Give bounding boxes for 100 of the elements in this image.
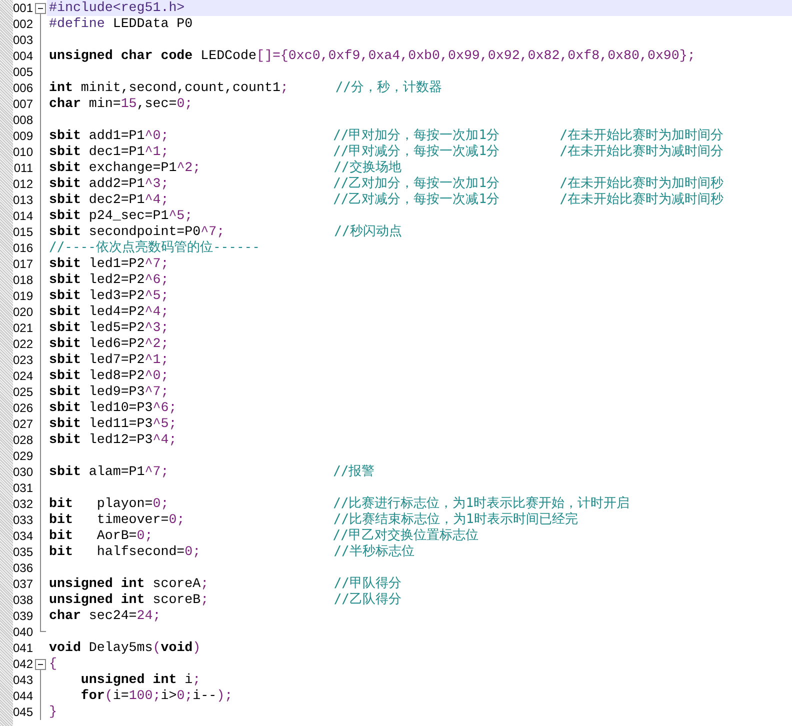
code-line: sbit add1=P1^0; — [49, 128, 169, 144]
code-comment: //交换场地 — [334, 160, 402, 176]
code-line: sbit led8=P2^0; — [49, 368, 169, 384]
line-number: 019 — [13, 288, 34, 304]
line-number: 014 — [13, 208, 34, 224]
line-number: 006 — [13, 80, 34, 96]
line-number: 029 — [13, 448, 34, 464]
code-line: unsigned char code LEDCode[]={0xc0,0xf9,0xa4,0xb0,0x99,0x92,0x82,0xf8,0x80,0x90}; — [49, 48, 696, 64]
code-comment: //乙对加分，每按一次加1分 — [333, 176, 500, 192]
fold-toggle[interactable] — [35, 3, 46, 14]
code-line: sbit exchange=P1^2; — [49, 160, 201, 176]
code-comment: //甲队得分 — [334, 576, 402, 592]
code-comment: //甲对加分，每按一次加1分 — [333, 128, 500, 144]
line-number: 042 — [13, 656, 34, 672]
line-number: 031 — [13, 480, 34, 496]
line-number: 041 — [13, 640, 34, 656]
code-line: int minit,second,count,count1; — [49, 80, 288, 96]
code-line: sbit dec1=P1^1; — [49, 144, 169, 160]
line-number: 030 — [13, 464, 34, 480]
line-number: 007 — [13, 96, 34, 112]
code-line: unsigned int scoreB; — [49, 592, 209, 608]
code-line: sbit led7=P2^1; — [49, 352, 169, 368]
code-line: sbit p24_sec=P1^5; — [49, 208, 193, 224]
line-number: 001 — [13, 0, 34, 16]
code-line: sbit led10=P3^6; — [49, 400, 177, 416]
line-number: 013 — [13, 192, 34, 208]
line-number: 032 — [13, 496, 34, 512]
line-number: 010 — [13, 144, 34, 160]
code-comment: /在未开始比赛时为减时间分 — [560, 144, 724, 160]
fold-toggle[interactable] — [35, 659, 46, 670]
line-number: 005 — [13, 64, 34, 80]
code-comment: /在未开始比赛时为减时间秒 — [560, 192, 724, 208]
line-number: 009 — [13, 128, 34, 144]
code-line: sbit led3=P2^5; — [49, 288, 169, 304]
line-number: 025 — [13, 384, 34, 400]
code-line: char sec24=24; — [49, 608, 161, 624]
line-number: 026 — [13, 400, 34, 416]
line-number: 022 — [13, 336, 34, 352]
line-number: 011 — [13, 160, 34, 176]
line-number: 003 — [13, 32, 34, 48]
line-number: 043 — [13, 672, 34, 688]
line-number: 016 — [13, 240, 34, 256]
code-line: { — [49, 656, 57, 672]
line-number: 024 — [13, 368, 34, 384]
code-line: sbit led9=P3^7; — [49, 384, 169, 400]
line-number: 015 — [13, 224, 34, 240]
line-number: 008 — [13, 112, 34, 128]
line-number: 039 — [13, 608, 34, 624]
line-number: 023 — [13, 352, 34, 368]
code-comment: /在未开始比赛时为加时间秒 — [560, 176, 724, 192]
line-number: 044 — [13, 688, 34, 704]
line-number: 038 — [13, 592, 34, 608]
code-comment: //分，秒，计数器 — [335, 80, 442, 96]
code-comment: //报警 — [333, 464, 375, 480]
line-number: 027 — [13, 416, 34, 432]
code-comment: //秒闪动点 — [334, 224, 402, 240]
code-line: sbit add2=P1^3; — [49, 176, 169, 192]
code-comment: //甲对减分，每按一次减1分 — [333, 144, 500, 160]
code-comment: //----依次点亮数码管的位------ — [49, 240, 260, 256]
code-line: } — [49, 704, 57, 720]
code-line: sbit secondpoint=P0^7; — [49, 224, 225, 240]
line-number: 037 — [13, 576, 34, 592]
code-line: unsigned int scoreA; — [49, 576, 209, 592]
line-number: 035 — [13, 544, 34, 560]
code-line: sbit led6=P2^2; — [49, 336, 169, 352]
line-number: 033 — [13, 512, 34, 528]
line-number: 036 — [13, 560, 34, 576]
code-line: bit playon=0; — [49, 496, 169, 512]
code-comment: //半秒标志位 — [334, 544, 414, 560]
line-number: 034 — [13, 528, 34, 544]
code-line: sbit led5=P2^3; — [49, 320, 169, 336]
line-number: 040 — [13, 624, 34, 640]
fold-guide — [40, 670, 41, 720]
code-line: bit AorB=0; — [49, 528, 153, 544]
line-number: 002 — [13, 16, 34, 32]
code-line: sbit led2=P2^6; — [49, 272, 169, 288]
code-comment: //乙队得分 — [334, 592, 402, 608]
code-line: void Delay5ms(void) — [49, 640, 201, 656]
code-line: sbit led4=P2^4; — [49, 304, 169, 320]
code-comment: /在未开始比赛时为加时间分 — [560, 128, 724, 144]
code-line: bit timeover=0; — [49, 512, 185, 528]
line-number: 018 — [13, 272, 34, 288]
code-comment: //乙对减分，每按一次减1分 — [333, 192, 500, 208]
code-line: sbit alam=P1^7; — [49, 464, 169, 480]
code-comment: //比赛进行标志位，为1时表示比赛开始，计时开启 — [333, 496, 630, 512]
line-number: 020 — [13, 304, 34, 320]
line-number: 017 — [13, 256, 34, 272]
code-line: sbit led11=P3^5; — [49, 416, 177, 432]
code-line: unsigned int i; — [80, 672, 201, 688]
line-number: 012 — [13, 176, 34, 192]
line-number: 045 — [13, 704, 34, 720]
code-comment: //甲乙对交换位置标志位 — [332, 528, 478, 544]
code-line: sbit led12=P3^4; — [49, 432, 177, 448]
code-line: char min=15,sec=0; — [49, 96, 193, 112]
line-number: 028 — [13, 432, 34, 448]
code-line: #include<reg51.h> — [49, 0, 185, 16]
code-line: sbit dec2=P1^4; — [49, 192, 169, 208]
line-number: 021 — [13, 320, 34, 336]
code-line: for(i=100;i>0;i--); — [80, 688, 233, 704]
line-number: 004 — [13, 48, 34, 64]
